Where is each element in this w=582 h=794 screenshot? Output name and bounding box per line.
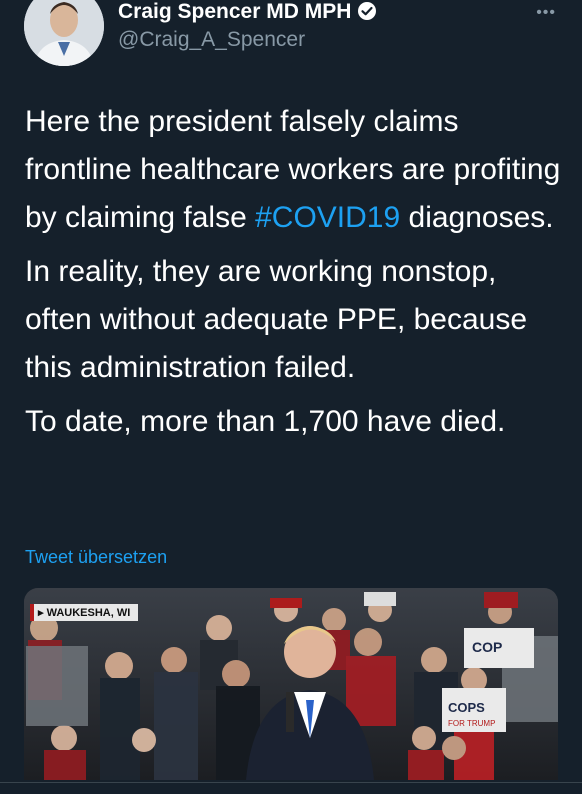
bottom-divider <box>0 782 582 794</box>
author-display-name[interactable]: Craig Spencer MD MPH <box>118 0 377 27</box>
verified-badge-icon <box>357 1 377 27</box>
tweet-media-image[interactable]: COP COPS FOR TRUMP ▸ WAUKESHA, WI <box>24 588 558 780</box>
author-handle[interactable]: @Craig_A_Spencer <box>118 28 305 52</box>
tweet-paragraph-2: In reality, they are working nonstop, of… <box>25 255 528 384</box>
author-name-text[interactable]: Craig Spencer MD MPH <box>118 0 351 23</box>
tweet-paragraph-1: Here the president falsely claims frontl… <box>25 105 561 234</box>
svg-text:COPS: COPS <box>448 700 485 715</box>
tweet-card: Craig Spencer MD MPH @Craig_A_Spencer ••… <box>0 0 582 794</box>
tweet-paragraph-3: To date, more than 1,700 have died. <box>25 405 506 438</box>
translate-tweet-link[interactable]: Tweet übersetzen <box>25 547 167 568</box>
more-horizontal-icon[interactable]: ••• <box>536 4 556 22</box>
avatar[interactable] <box>24 0 104 66</box>
svg-text:FOR TRUMP: FOR TRUMP <box>448 719 495 728</box>
hashtag-link[interactable]: #COVID19 <box>255 201 400 234</box>
tweet-text: Here the president falsely claims frontl… <box>25 98 570 452</box>
location-tag: ▸ WAUKESHA, WI <box>30 604 139 621</box>
svg-text:COP: COP <box>472 639 502 655</box>
